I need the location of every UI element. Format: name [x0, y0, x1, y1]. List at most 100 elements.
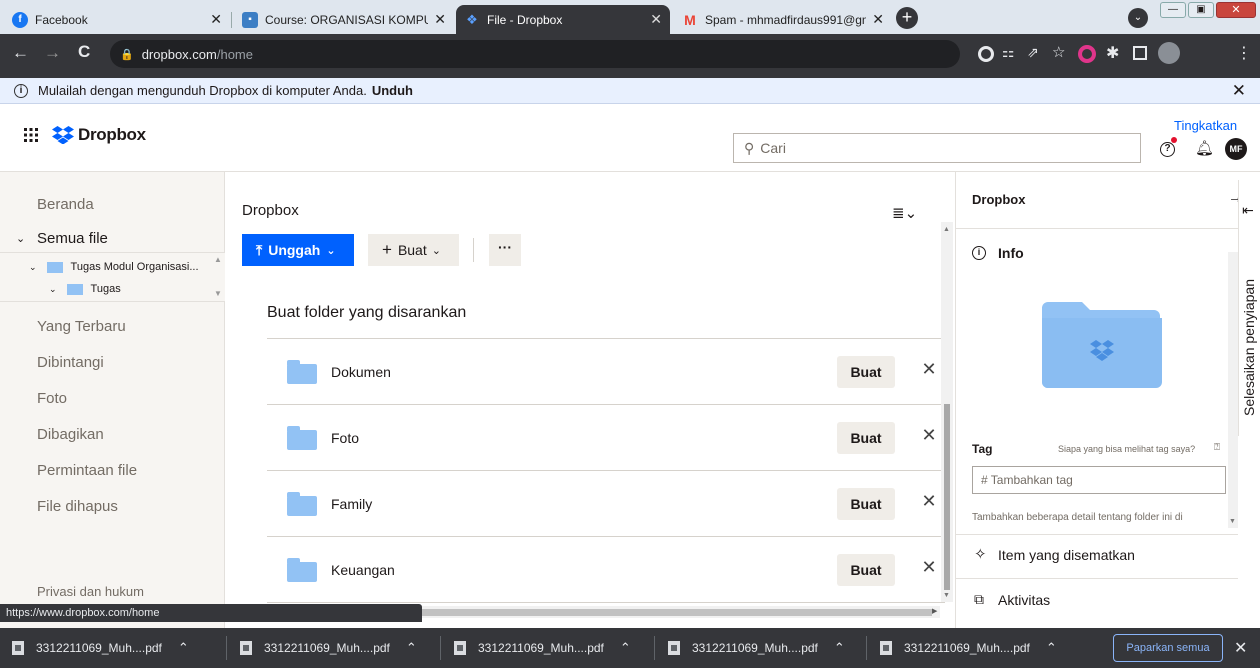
sidebar-item-recent[interactable]: Yang Terbaru: [37, 318, 126, 335]
activity-link[interactable]: Aktivitas: [998, 592, 1050, 608]
privacy-legal-link[interactable]: Privasi dan hukum: [37, 584, 144, 599]
panel-scrollbar[interactable]: ▼: [1228, 252, 1238, 528]
sidebar-item-file-requests[interactable]: Permintaan file: [37, 462, 137, 479]
close-tab-icon[interactable]: ✕: [210, 11, 222, 28]
extensions-icon[interactable]: ✱: [1106, 43, 1119, 63]
suggested-folder-row[interactable]: Family Buat ✕: [267, 470, 945, 536]
tree-scroll-down-icon[interactable]: ▼: [214, 289, 222, 298]
close-tab-icon[interactable]: ✕: [872, 11, 884, 28]
sidebar-item-shared[interactable]: Dibagikan: [37, 426, 104, 443]
download-link[interactable]: Unduh: [372, 83, 413, 98]
share-icon[interactable]: ⇗: [1027, 44, 1039, 61]
translate-icon[interactable]: ⚏: [1002, 44, 1015, 61]
tag-help-link[interactable]: Siapa yang bisa melihat tag saya?: [1058, 444, 1195, 454]
dismiss-icon[interactable]: ✕: [919, 425, 939, 446]
create-folder-button[interactable]: Buat: [837, 554, 895, 586]
download-item[interactable]: 3312211069_Muh....pdf ⌃: [240, 628, 417, 668]
info-section-label[interactable]: Info: [998, 245, 1024, 261]
window-close-button[interactable]: ✕: [1216, 2, 1256, 18]
bookmark-star-icon[interactable]: ☆: [1052, 43, 1065, 61]
close-tab-icon[interactable]: ✕: [434, 11, 446, 28]
sidebar-item-deleted-files[interactable]: File dihapus: [37, 498, 118, 515]
side-panel-icon[interactable]: [1133, 46, 1147, 60]
sidebar-item-starred[interactable]: Dibintangi: [37, 354, 104, 371]
help-icon[interactable]: ⍰: [1214, 442, 1220, 453]
dismiss-icon[interactable]: ✕: [919, 359, 939, 380]
close-downloads-bar-icon[interactable]: ✕: [1234, 638, 1247, 658]
new-tab-button[interactable]: +: [896, 7, 918, 29]
tab-facebook[interactable]: f Facebook ✕: [4, 5, 230, 34]
minimize-button[interactable]: —: [1160, 2, 1186, 18]
dropbox-icon: ❖: [466, 11, 478, 27]
tab-course[interactable]: ▪ Course: ORGANISASI KOMPUTER ✕: [234, 5, 454, 34]
create-folder-button[interactable]: Buat: [837, 422, 895, 454]
upload-button[interactable]: ⤒ Unggah ⌄: [242, 234, 354, 266]
folder-icon: [46, 261, 63, 273]
chevron-up-icon[interactable]: ⌃: [1046, 640, 1057, 656]
dropbox-logo-icon[interactable]: [52, 126, 74, 144]
tag-input[interactable]: # Tambahkan tag: [972, 466, 1226, 494]
suggested-folder-row[interactable]: Foto Buat ✕: [267, 404, 945, 470]
download-item[interactable]: 3312211069_Muh....pdf ⌃: [12, 628, 189, 668]
profile-avatar[interactable]: [1158, 42, 1180, 64]
main-scrollbar[interactable]: ▲ ▼: [941, 222, 953, 602]
chevron-up-icon[interactable]: ⌃: [834, 640, 845, 656]
chevron-up-icon[interactable]: ⌃: [620, 640, 631, 656]
tree-item-label: Tugas Modul Organisasi...: [70, 261, 199, 273]
search-input[interactable]: ⚲ Cari: [733, 133, 1141, 163]
setup-side-tab[interactable]: ⇤ Selesaikan penyiapan: [1238, 180, 1260, 436]
chevron-up-icon[interactable]: ⌃: [406, 640, 417, 656]
download-item[interactable]: 3312211069_Muh....pdf ⌃: [668, 628, 845, 668]
horizontal-scrollbar[interactable]: ▶: [420, 606, 940, 618]
browser-tab-strip: f Facebook ✕ ▪ Course: ORGANISASI KOMPUT…: [0, 0, 1260, 34]
tree-item[interactable]: ⌄ Tugas: [49, 283, 121, 295]
dismiss-icon[interactable]: ✕: [919, 557, 939, 578]
back-icon[interactable]: ←: [12, 43, 29, 63]
upgrade-link[interactable]: Tingkatkan: [1174, 118, 1237, 133]
chevron-up-icon[interactable]: ⌃: [178, 640, 189, 656]
sidebar-item-all-files[interactable]: Semua file: [37, 230, 108, 247]
dismiss-icon[interactable]: ✕: [919, 491, 939, 512]
download-info-bar: i Mulailah dengan mengunduh Dropbox di k…: [0, 78, 1260, 104]
sidebar-item-home[interactable]: Beranda: [37, 196, 94, 213]
chevron-down-icon[interactable]: ⌄: [16, 232, 25, 245]
help-icon[interactable]: ?: [1160, 142, 1175, 157]
browser-menu-icon[interactable]: ⋮: [1236, 43, 1252, 63]
suggested-folder-row[interactable]: Keuangan Buat ✕: [267, 536, 945, 602]
reload-icon[interactable]: C: [78, 42, 90, 62]
app-grid-icon[interactable]: [24, 128, 38, 142]
tab-dropbox[interactable]: ❖ File - Dropbox ✕: [456, 5, 670, 34]
brand-name[interactable]: Dropbox: [78, 125, 146, 145]
download-item[interactable]: 3312211069_Muh....pdf ⌃: [454, 628, 631, 668]
show-all-downloads-button[interactable]: Paparkan semua: [1113, 634, 1223, 662]
create-folder-button[interactable]: Buat: [837, 356, 895, 388]
scrollbar-thumb[interactable]: [944, 404, 950, 590]
breadcrumb[interactable]: Dropbox: [242, 202, 299, 219]
maximize-button[interactable]: ▣: [1188, 2, 1214, 18]
facebook-icon: f: [12, 11, 28, 28]
tab-search-button[interactable]: ⌄: [1128, 8, 1148, 28]
setup-tab-label: Selesaikan penyiapan: [1241, 279, 1257, 416]
sidebar-item-photos[interactable]: Foto: [37, 390, 67, 407]
bell-icon[interactable]: 🔔︎: [1195, 139, 1214, 157]
pinned-items-link[interactable]: Item yang disematkan: [998, 547, 1135, 563]
address-bar[interactable]: 🔒 dropbox.com/home: [110, 40, 960, 68]
download-item[interactable]: 3312211069_Muh....pdf ⌃: [880, 628, 1057, 668]
scrollbar-thumb[interactable]: [420, 609, 932, 616]
user-avatar[interactable]: MF: [1225, 138, 1247, 160]
tree-item[interactable]: ⌄ Tugas Modul Organisasi...: [29, 261, 199, 273]
suggested-folder-row[interactable]: Dokumen Buat ✕: [267, 338, 945, 404]
expand-tab-icon: ⇤: [1242, 202, 1254, 218]
close-info-bar-icon[interactable]: ✕: [1232, 81, 1246, 101]
opera-extension-icon[interactable]: [1078, 45, 1096, 63]
tree-scroll-up-icon[interactable]: ▲: [214, 255, 222, 264]
create-folder-button[interactable]: Buat: [837, 488, 895, 520]
forward-icon[interactable]: →: [44, 43, 61, 63]
google-lens-icon[interactable]: [978, 46, 994, 62]
tab-gmail[interactable]: M Spam - mhmadfirdaus991@gma ✕: [674, 5, 892, 34]
view-toggle-icon[interactable]: ≣⌄: [892, 204, 917, 222]
folder-name: Dokumen: [331, 363, 391, 380]
more-actions-button[interactable]: ···: [489, 234, 521, 266]
create-button[interactable]: + Buat ⌄: [368, 234, 459, 266]
close-tab-icon[interactable]: ✕: [650, 11, 662, 28]
